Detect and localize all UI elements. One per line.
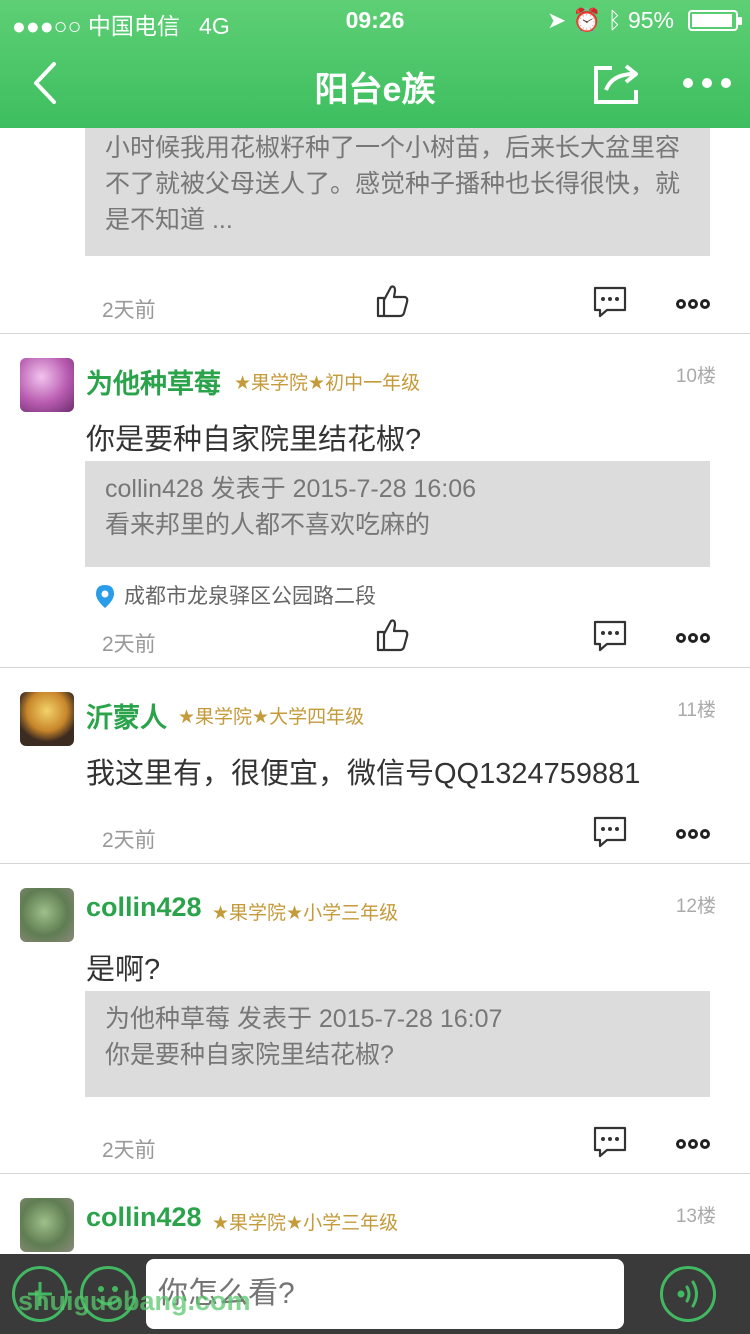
post-content: 我这里有，很便宜，微信号QQ1324759881 [86,758,641,790]
post-time: 2天前 [102,829,156,852]
comment-icon[interactable] [593,816,627,848]
avatar[interactable] [20,692,74,746]
share-button[interactable] [590,58,646,108]
floor-number: 12楼 [675,896,716,917]
voice-wave-icon [677,1280,698,1308]
comment-icon[interactable] [593,286,627,318]
status-icons: ➤ ⏰ ᛒ 95% [547,7,674,34]
reply-feed[interactable]: 小时候我用花椒籽种了一个小树苗，后来长大盆里容不了就被父母送人了。感觉种子播种也… [0,128,750,1254]
nav-bar: 阳台e族 [0,40,750,128]
avatar[interactable] [20,358,74,412]
location-tag[interactable]: 成都市龙泉驿区公园路二段 [94,580,376,610]
user-rank: ★果学院★大学四年级 [178,707,365,728]
username[interactable]: 沂蒙人 [86,696,167,735]
more-options-button[interactable] [680,68,734,98]
location-text: 成都市龙泉驿区公园路二段 [124,585,376,608]
avatar[interactable] [20,888,74,942]
floor-number: 13楼 [675,1206,716,1227]
avatar[interactable] [20,1198,74,1252]
more-dots-icon[interactable] [675,298,711,310]
more-dots-icon[interactable] [675,1138,711,1150]
alarm-icon: ⏰ [572,7,602,33]
battery-percent: 95% [627,7,674,33]
quote-box: 为他种草莓 发表于 2015-7-28 16:07 你是要种自家院里结花椒? [85,991,710,1097]
user-rank: ★果学院★小学三年级 [212,1213,399,1234]
like-icon[interactable] [374,284,410,318]
more-dots-icon [683,78,731,88]
divider [0,1173,750,1174]
floor-number: 11楼 [677,700,716,721]
app-header: ●●●○○ 中国电信 4G 09:26 ➤ ⏰ ᛒ 95% 阳台e族 [0,0,750,128]
quote-box: 小时候我用花椒籽种了一个小树苗，后来长大盆里容不了就被父母送人了。感觉种子播种也… [85,128,710,256]
quote-text: 看来邦里的人都不喜欢吃麻的 [105,511,431,539]
quote-header: collin428 发表于 2015-7-28 16:06 [105,475,477,503]
more-dots-icon[interactable] [675,632,711,644]
location-arrow-icon: ➤ [547,7,567,33]
voice-button[interactable] [660,1266,716,1322]
map-pin-icon [96,585,114,609]
bluetooth-icon: ᛒ [607,7,622,33]
divider [0,667,750,668]
username[interactable]: collin428 [86,1202,202,1233]
quote-text: 小时候我用花椒籽种了一个小树苗，后来长大盆里容不了就被父母送人了。感觉种子播种也… [105,134,681,234]
like-icon[interactable] [374,618,410,652]
quote-header: 为他种草莓 发表于 2015-7-28 16:07 [105,1005,503,1033]
comment-icon[interactable] [593,1126,627,1158]
post-time: 2天前 [102,1139,156,1162]
post-time: 2天前 [102,633,156,656]
quote-text: 你是要种自家院里结花椒? [105,1041,394,1069]
post-content: 你是要种自家院里结花椒? [86,424,422,456]
divider [0,333,750,334]
post-content: 是啊? [86,954,161,986]
username[interactable]: 为他种草莓 [86,362,221,401]
floor-number: 10楼 [675,366,716,387]
more-dots-icon[interactable] [675,828,711,840]
user-rank: ★果学院★初中一年级 [234,373,421,394]
divider [0,863,750,864]
battery-icon [688,10,742,31]
post-time: 2天前 [102,299,156,322]
status-bar: ●●●○○ 中国电信 4G 09:26 ➤ ⏰ ᛒ 95% [0,0,750,40]
user-rank: ★果学院★小学三年级 [212,903,399,924]
quote-box: collin428 发表于 2015-7-28 16:06 看来邦里的人都不喜欢… [85,461,710,567]
watermark-text: shuiguobang.com [18,1286,251,1316]
comment-icon[interactable] [593,620,627,652]
username[interactable]: collin428 [86,892,202,923]
